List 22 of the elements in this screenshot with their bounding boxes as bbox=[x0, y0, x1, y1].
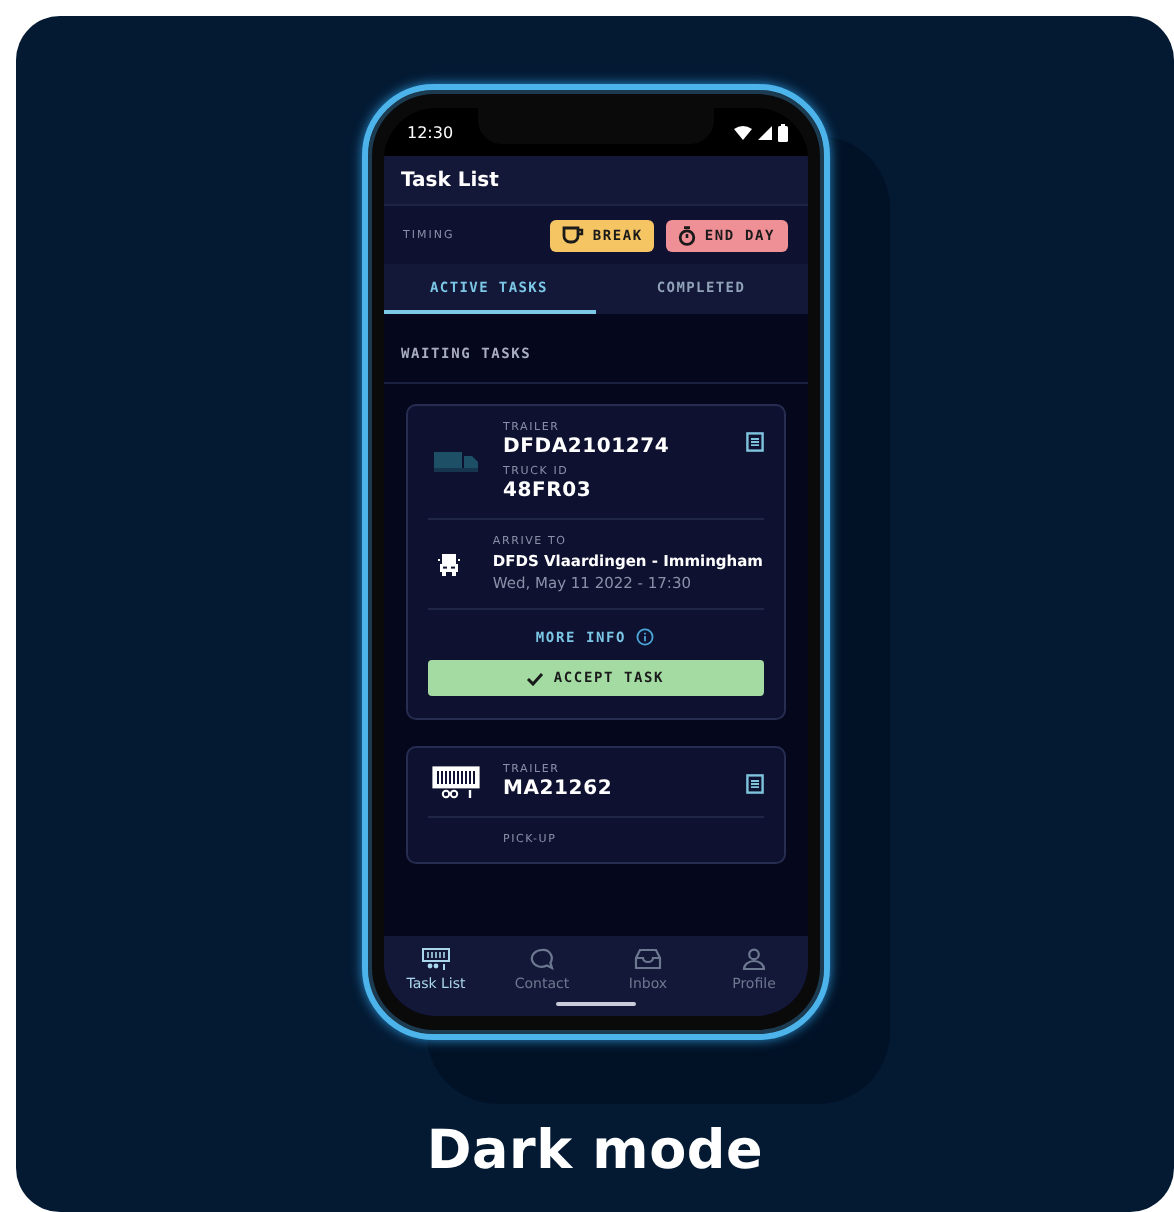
truck-icon bbox=[422, 948, 450, 970]
header-title: Task List bbox=[383, 156, 807, 204]
wifi-icon bbox=[733, 125, 751, 139]
person-icon bbox=[742, 948, 766, 970]
caption: Dark mode bbox=[426, 1120, 764, 1182]
truck-icon bbox=[433, 452, 477, 472]
truck-front-icon bbox=[438, 552, 461, 576]
cup-icon bbox=[562, 226, 585, 244]
trailer-icon bbox=[431, 765, 479, 799]
document-icon[interactable] bbox=[745, 432, 763, 452]
field-value: 48FR03 bbox=[503, 480, 594, 502]
stopwatch-icon bbox=[678, 225, 697, 245]
info-icon bbox=[636, 628, 655, 646]
battery-icon bbox=[777, 123, 787, 141]
document-icon[interactable] bbox=[745, 774, 763, 794]
check-icon bbox=[525, 671, 544, 685]
field-value: MA21262 bbox=[503, 778, 615, 800]
home-indicator bbox=[555, 1002, 635, 1006]
status-time: 12:30 bbox=[407, 123, 454, 141]
inbox-icon bbox=[634, 948, 662, 970]
field-value: DFDA2101274 bbox=[503, 436, 672, 458]
chat-bubble-icon bbox=[530, 948, 554, 970]
